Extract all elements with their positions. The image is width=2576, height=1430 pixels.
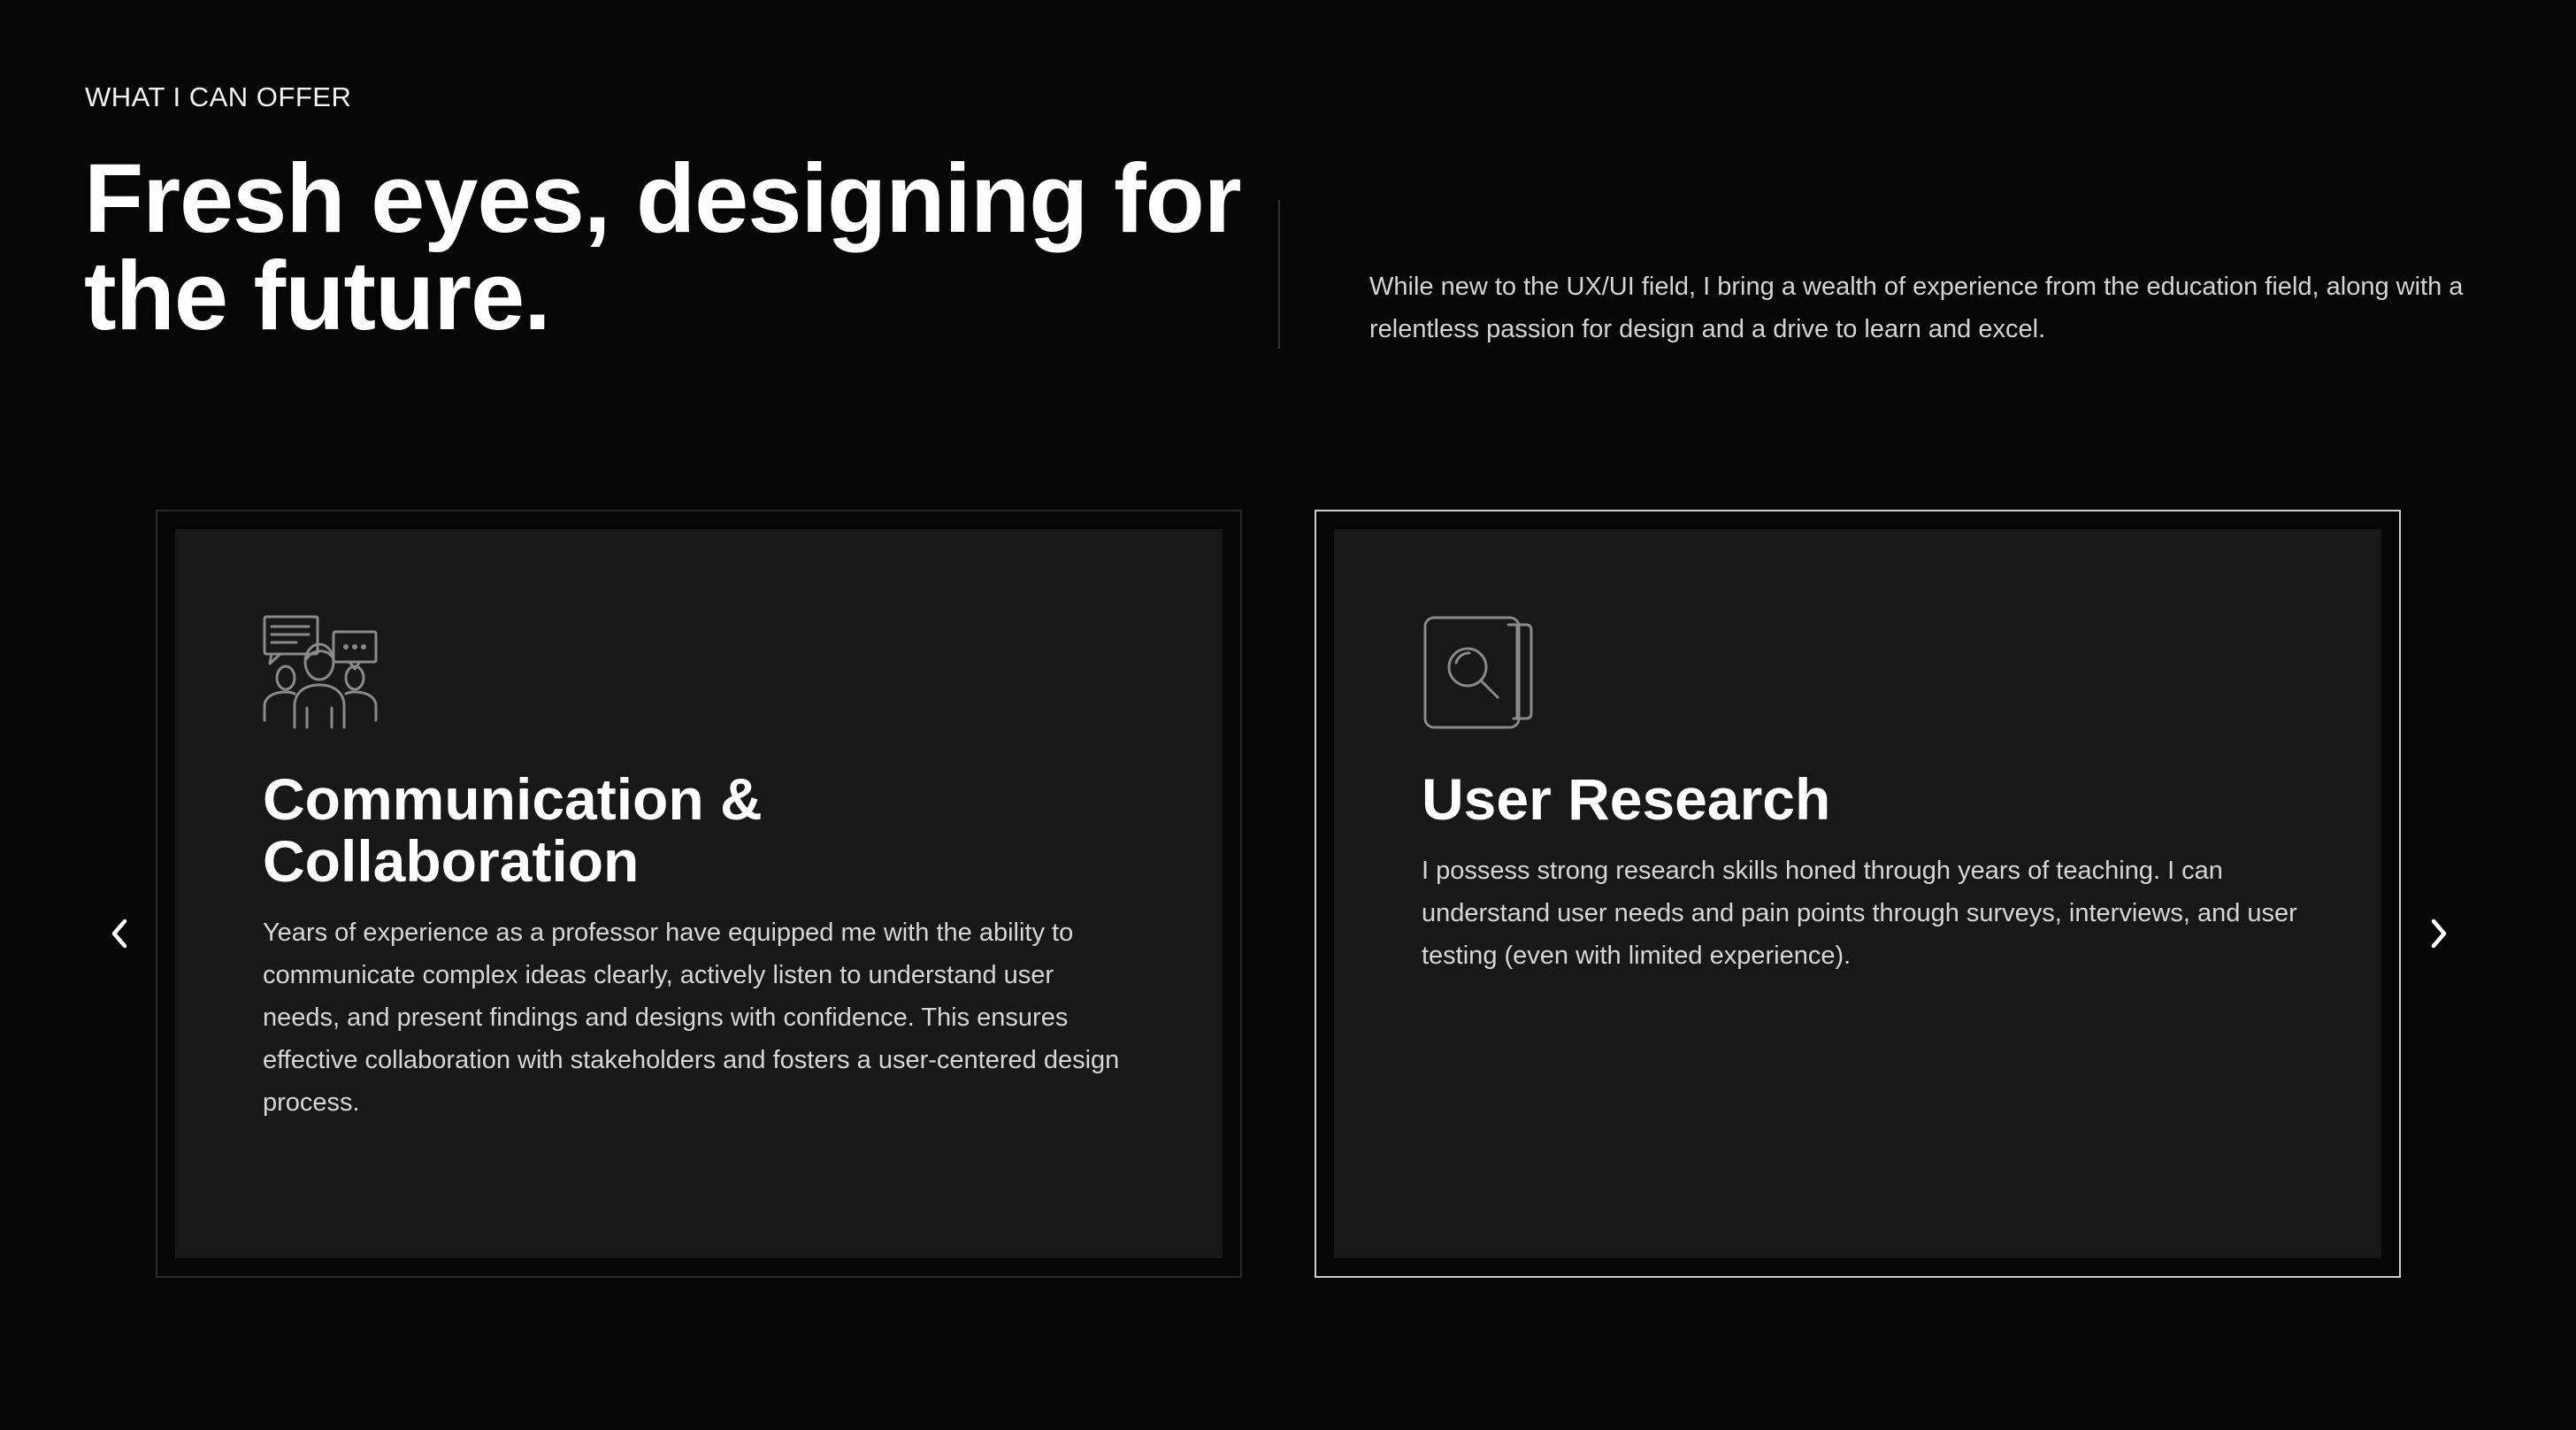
vertical-divider [1278, 200, 1280, 349]
service-card-frame-active[interactable]: User Research I possess strong research … [1315, 510, 2401, 1278]
people-chat-icon [263, 614, 380, 731]
section-intro: While new to the UX/UI field, I bring a … [1369, 273, 2464, 343]
carousel-prev-button[interactable] [103, 913, 138, 954]
chevron-left-icon [111, 919, 127, 949]
carousel-next-button[interactable] [2420, 913, 2456, 954]
service-card-user-research[interactable]: User Research I possess strong research … [1334, 529, 2381, 1258]
service-card-communication[interactable]: Communication & Collaboration Years of e… [175, 529, 1223, 1258]
service-card-frame[interactable]: Communication & Collaboration Years of e… [156, 510, 1242, 1278]
section-eyebrow: WHAT I CAN OFFER [85, 81, 352, 112]
chevron-right-icon [2431, 919, 2447, 949]
card-title: Communication & Collaboration [263, 766, 763, 894]
card-title: User Research [1422, 766, 1831, 832]
section-headline: Fresh eyes, designing for the future. [84, 144, 1242, 350]
card-description: Years of experience as a professor have … [263, 919, 1120, 1117]
card-description: I possess strong research skills honed t… [1422, 857, 2297, 970]
document-search-icon [1422, 614, 1538, 731]
